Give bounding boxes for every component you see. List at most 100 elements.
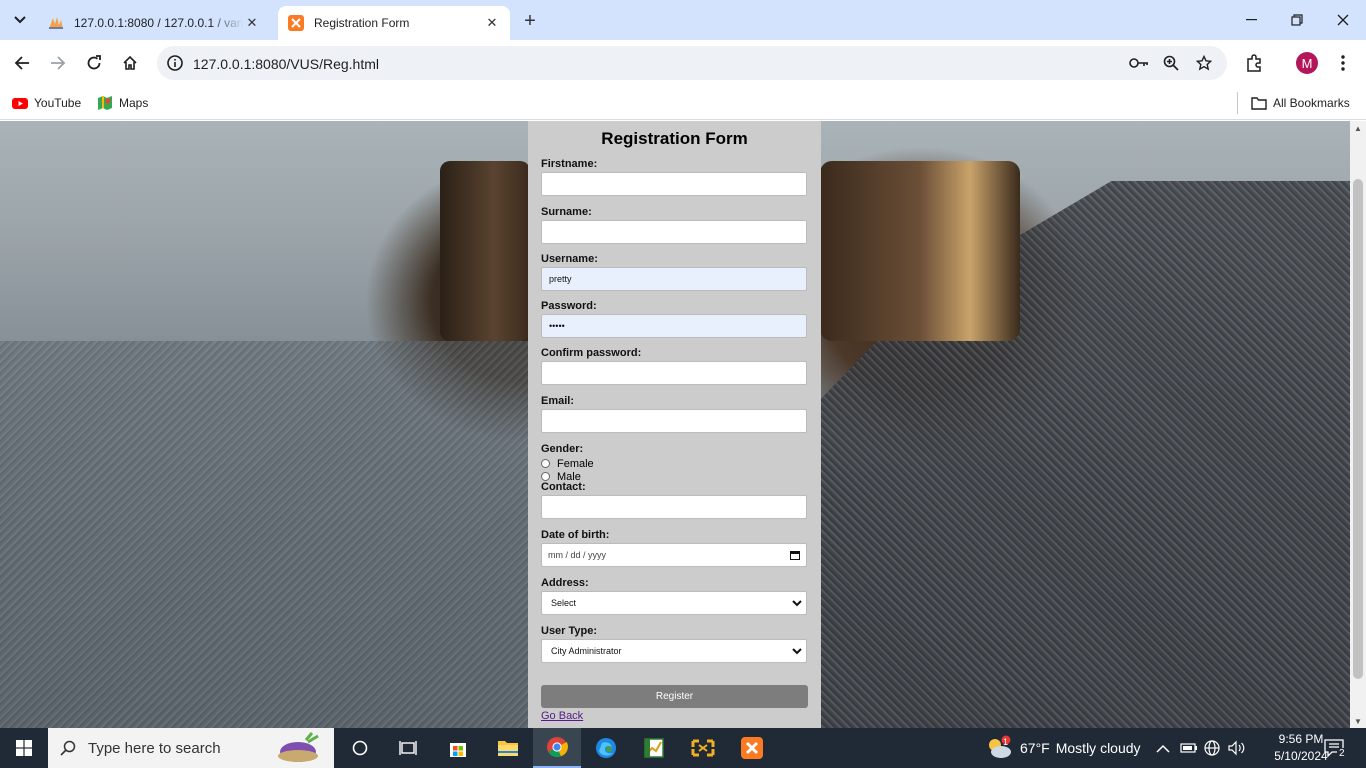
firstname-input[interactable] — [541, 172, 807, 196]
back-button[interactable] — [7, 48, 37, 78]
show-hidden-icons-button[interactable] — [1156, 728, 1170, 768]
minimize-button[interactable] — [1228, 0, 1274, 40]
taskbar-app-chart[interactable] — [630, 728, 678, 768]
contact-input[interactable] — [541, 495, 807, 519]
user-type-select[interactable]: City Administrator — [541, 639, 807, 663]
speaker-icon — [1228, 740, 1245, 756]
weather-description: Mostly cloudy — [1055, 740, 1141, 756]
bookmark-youtube[interactable]: YouTube — [12, 92, 81, 114]
email-input[interactable] — [541, 409, 807, 433]
youtube-icon — [12, 98, 28, 109]
divider — [1237, 92, 1238, 114]
cortana-button[interactable] — [336, 728, 384, 768]
go-back-link[interactable]: Go Back — [541, 710, 808, 722]
reload-button[interactable] — [79, 48, 109, 78]
globe-icon — [1204, 740, 1220, 756]
microsoft-store-icon — [450, 743, 466, 757]
address-bar[interactable]: 127.0.0.1:8080/VUS/Reg.html — [157, 46, 1227, 80]
forward-button[interactable] — [43, 48, 73, 78]
password-key-button[interactable] — [1129, 53, 1149, 73]
scroll-up-icon[interactable]: ▲ — [1350, 121, 1366, 135]
address-label: Address: — [541, 577, 589, 589]
radio-button[interactable] — [541, 459, 550, 468]
volume-tray[interactable] — [1228, 728, 1246, 768]
tab-title: 127.0.0.1:8080 / 127.0.0.1 / vanguard — [74, 16, 244, 30]
background-image-roller — [440, 161, 530, 341]
registration-form: Registration Form Firstname: Surname: Us… — [528, 121, 821, 728]
tab-title: Registration Form — [314, 16, 410, 30]
bookmark-maps[interactable]: Maps — [97, 92, 148, 114]
dob-label: Date of birth: — [541, 529, 610, 541]
page-viewport: Registration Form Firstname: Surname: Us… — [0, 121, 1350, 728]
background-image-roller — [820, 161, 1020, 341]
task-view-button[interactable] — [384, 728, 432, 768]
clock-time: 9:56 PM — [1278, 732, 1324, 746]
background-image-asphalt — [0, 341, 530, 728]
confirm-password-label: Confirm password: — [541, 347, 642, 359]
search-placeholder: Type here to search — [88, 739, 221, 757]
home-button[interactable] — [115, 48, 145, 78]
url-text[interactable]: 127.0.0.1:8080/VUS/Reg.html — [193, 56, 379, 72]
arrow-right-icon — [51, 56, 66, 70]
taskbar-edge[interactable] — [582, 728, 630, 768]
username-input[interactable]: pretty — [541, 267, 807, 291]
taskbar-store[interactable] — [434, 728, 482, 768]
tab-search-button[interactable] — [6, 8, 34, 32]
scroll-down-icon[interactable]: ▼ — [1350, 714, 1366, 728]
start-button[interactable] — [0, 728, 48, 768]
calendar-icon[interactable] — [790, 550, 800, 560]
tab-phpmyadmin[interactable]: 127.0.0.1:8080 / 127.0.0.1 / vanguard ✕ — [38, 6, 270, 40]
taskbar-file-explorer[interactable] — [484, 728, 532, 768]
chrome-icon — [547, 737, 568, 758]
chevron-up-icon — [1156, 744, 1170, 753]
zoom-button[interactable] — [1161, 53, 1181, 73]
edge-icon — [596, 738, 616, 758]
all-bookmarks-label: All Bookmarks — [1273, 96, 1350, 110]
weather-widget[interactable]: 1 67°F Mostly cloudy — [984, 728, 1141, 768]
menu-button[interactable] — [1328, 48, 1358, 78]
taskbar-xampp[interactable] — [728, 728, 776, 768]
zoom-icon — [1163, 55, 1179, 71]
windows-icon — [16, 740, 32, 756]
folder-icon — [498, 741, 518, 756]
tab-registration-form[interactable]: Registration Form ✕ — [278, 6, 510, 40]
close-icon[interactable]: ✕ — [244, 15, 260, 31]
confirm-password-input[interactable] — [541, 361, 807, 385]
new-tab-button[interactable]: + — [518, 9, 542, 33]
radio-button[interactable] — [541, 472, 550, 481]
network-tray[interactable] — [1204, 728, 1220, 768]
extensions-button[interactable] — [1239, 48, 1269, 78]
close-window-button[interactable] — [1320, 0, 1366, 40]
taskbar-chrome[interactable] — [533, 728, 581, 768]
gender-option-label: Female — [557, 457, 594, 470]
taskbar-app-frame[interactable] — [679, 728, 727, 768]
chevron-down-icon — [792, 599, 802, 606]
vertical-scrollbar[interactable]: ▲ ▼ — [1350, 121, 1366, 728]
surname-input[interactable] — [541, 220, 807, 244]
search-highlight-icon — [278, 732, 319, 762]
profile-button[interactable]: M — [1292, 48, 1322, 78]
address-select[interactable]: Select — [541, 591, 807, 615]
dob-placeholder: mm / dd / yyyy — [548, 550, 607, 560]
battery-tray[interactable] — [1180, 728, 1198, 768]
system-clock[interactable]: 9:56 PM 5/10/2024 — [1272, 731, 1330, 765]
info-icon[interactable] — [165, 53, 185, 73]
notification-center-button[interactable]: 2 — [1324, 728, 1347, 768]
bookmarks-bar: YouTube Maps All Bookmarks — [0, 86, 1366, 120]
bookmark-star-button[interactable] — [1194, 53, 1214, 73]
close-icon[interactable]: ✕ — [484, 15, 500, 31]
cortana-icon — [352, 740, 368, 756]
password-label: Password: — [541, 300, 597, 312]
password-input[interactable]: ••••• — [541, 314, 807, 338]
weather-cloudy-icon — [989, 735, 1011, 758]
close-icon — [1337, 14, 1349, 26]
all-bookmarks-button[interactable]: All Bookmarks — [1251, 92, 1350, 114]
restore-button[interactable] — [1274, 0, 1320, 40]
register-button[interactable]: Register — [541, 685, 808, 708]
dob-input[interactable]: mm / dd / yyyy — [541, 543, 807, 567]
scrollbar-thumb[interactable] — [1353, 179, 1363, 679]
taskbar-search[interactable]: Type here to search — [48, 728, 334, 768]
chevron-down-icon — [792, 647, 802, 654]
chevron-down-icon — [14, 16, 26, 24]
gender-option-female[interactable]: Female — [541, 457, 808, 470]
